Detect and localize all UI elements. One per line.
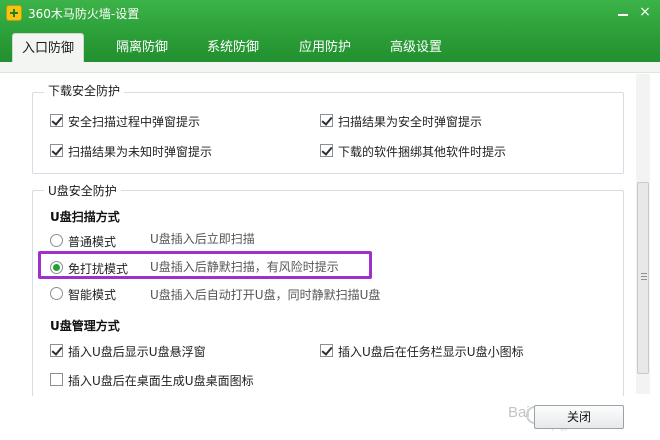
scrollbar-thumb[interactable]: [637, 182, 649, 374]
checkbox-label: 插入U盘后显示U盘悬浮窗: [68, 345, 206, 359]
window-title: 360木马防火墙-设置: [28, 7, 140, 21]
close-icon[interactable]: ×: [636, 4, 654, 20]
checkbox-label: 安全扫描过程中弹窗提示: [68, 115, 201, 129]
usb-scan-mode-title: U盘扫描方式: [50, 210, 120, 224]
tab-bar: 入口防御 隔离防御 系统防御 应用防护 高级设置: [12, 33, 660, 62]
tab-app-protection[interactable]: 应用防护: [289, 33, 361, 62]
radio-smart-mode[interactable]: [50, 287, 63, 300]
checkbox-label: 插入U盘后在桌面生成U盘桌面图标: [68, 374, 254, 388]
checkbox[interactable]: [50, 114, 63, 127]
checkbox-label: 扫描结果为未知时弹窗提示: [68, 145, 213, 159]
usb-manage-mode-title: U盘管理方式: [50, 319, 120, 333]
content-top-strip: [0, 62, 660, 73]
download-security-legend: 下载安全防护: [44, 82, 125, 99]
checkbox-label: 下载的软件捆绑其他软件时提示: [338, 145, 507, 159]
checkbox[interactable]: [320, 144, 333, 157]
checkbox[interactable]: [50, 373, 63, 386]
checkbox[interactable]: [50, 344, 63, 357]
normal-mode-desc: U盘插入后立即扫描: [150, 232, 255, 246]
window-header: 360木马防火墙-设置 × 入口防御 隔离防御 系统防御 应用防护 高级设置: [0, 0, 660, 62]
checkbox-label: 插入U盘后在任务栏显示U盘小图标: [338, 345, 524, 359]
tab-isolation-defense[interactable]: 隔离防御: [106, 33, 178, 62]
download-security-group: [32, 92, 624, 174]
radio-normal-mode[interactable]: [50, 234, 63, 247]
normal-mode-label[interactable]: 普通模式: [68, 233, 116, 250]
tab-system-defense[interactable]: 系统防御: [197, 33, 269, 62]
tab-entry-defense[interactable]: 入口防御: [12, 33, 84, 62]
scroll-grip-icon: [641, 273, 647, 280]
tab-advanced-settings[interactable]: 高级设置: [380, 33, 452, 62]
close-button[interactable]: 关闭: [534, 405, 624, 429]
vertical-scrollbar[interactable]: [636, 74, 650, 394]
highlight-box: [38, 251, 372, 279]
settings-content: 下载安全防护 安全扫描过程中弹窗提示 扫描结果为安全时弹窗提示 扫描结果为未知时…: [0, 62, 660, 440]
checkbox-label: 扫描结果为安全时弹窗提示: [338, 115, 483, 129]
smart-mode-desc: U盘插入后自动打开U盘，同时静默扫描U盘: [150, 288, 381, 302]
checkbox[interactable]: [320, 114, 333, 127]
smart-mode-label[interactable]: 智能模式: [68, 286, 116, 303]
footer-bar: Bai 经验 jingyan.baidu.com 关闭: [0, 396, 660, 440]
title-bar[interactable]: 360木马防火墙-设置 ×: [0, 0, 660, 26]
app-logo-icon: [6, 5, 22, 21]
checkbox[interactable]: [320, 344, 333, 357]
usb-security-legend: U盘安全防护: [44, 182, 121, 199]
minimize-icon[interactable]: [614, 4, 632, 20]
checkbox[interactable]: [50, 144, 63, 157]
